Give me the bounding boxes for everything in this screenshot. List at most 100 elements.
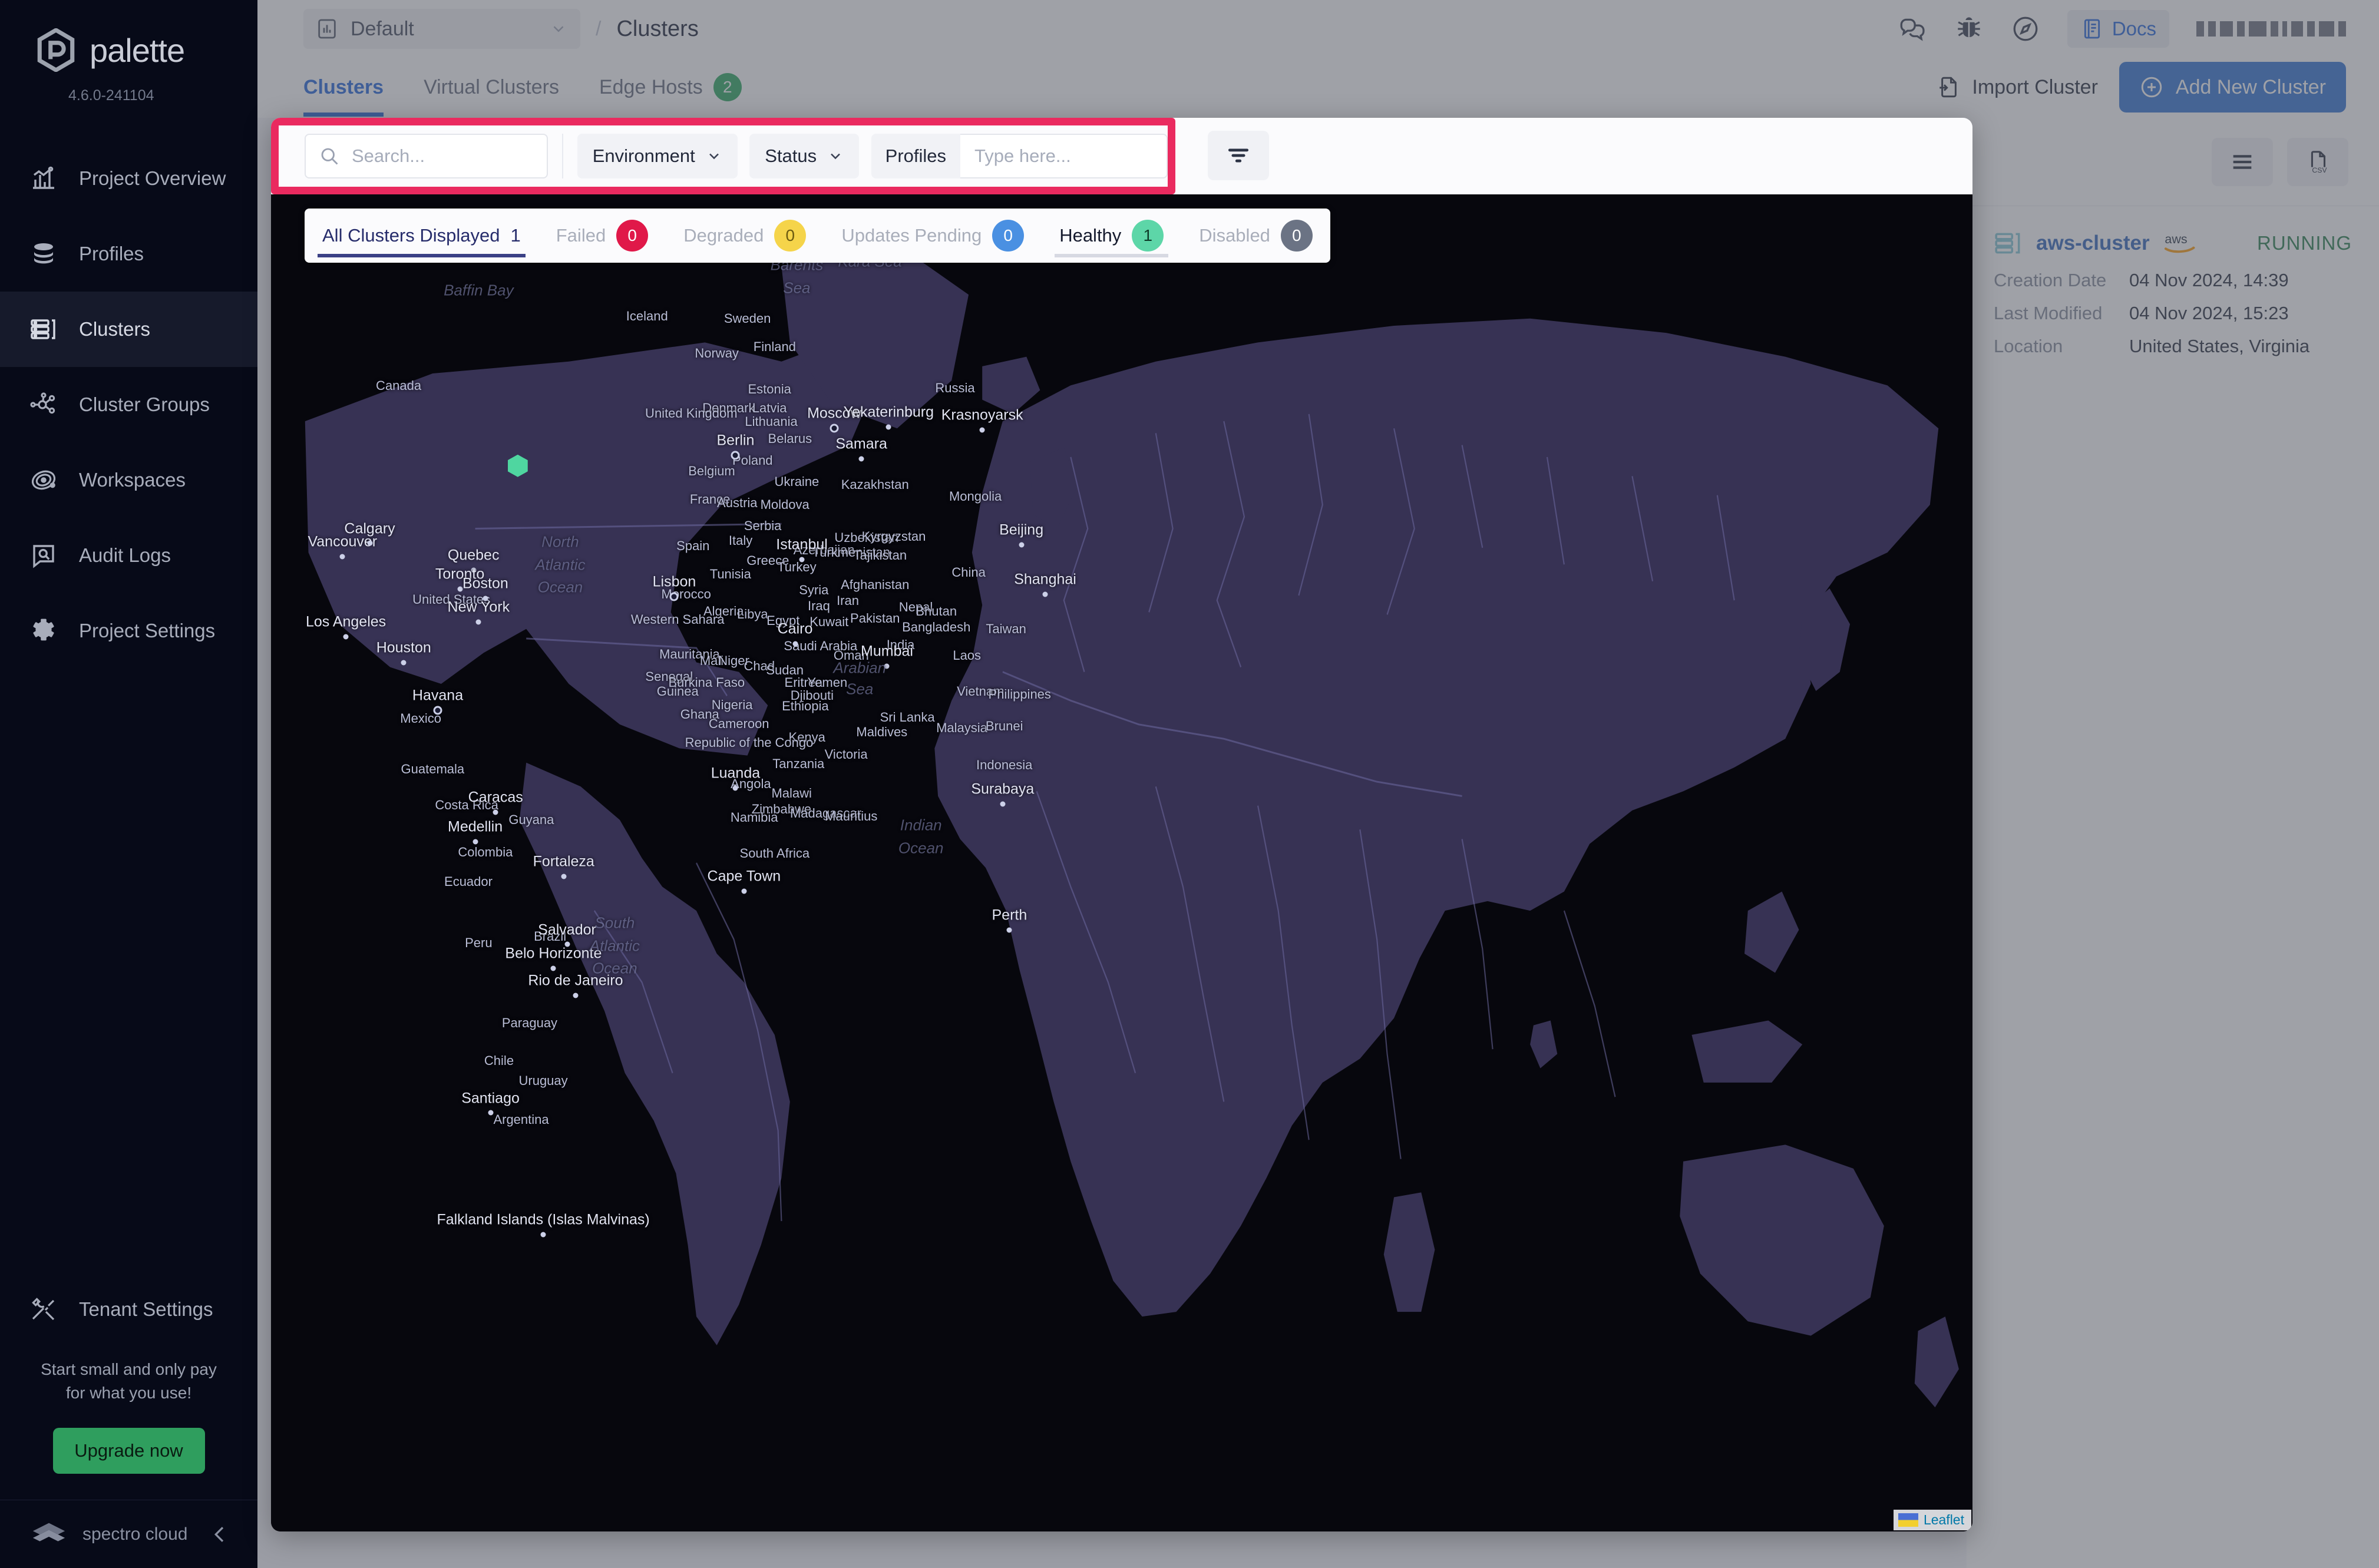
sidebar-footer: spectro cloud <box>0 1500 257 1568</box>
status-tab-updates-pending[interactable]: Updates Pending 0 <box>824 209 1042 263</box>
map-city-dot <box>858 456 864 462</box>
status-tab-label: Healthy <box>1059 225 1122 246</box>
status-tab-label: All Clusters Displayed <box>322 225 500 246</box>
environment-dropdown[interactable]: Environment <box>577 134 738 178</box>
map-city-dot <box>573 993 579 998</box>
map-city-dot <box>884 663 890 669</box>
map-capital-dot <box>669 592 679 601</box>
map-city-dot <box>550 965 556 971</box>
search-input[interactable] <box>352 145 534 167</box>
cluster-world-map[interactable]: GreenlandCanadaUnited StatesMexicoGuatem… <box>271 194 1972 1531</box>
search-field[interactable] <box>305 134 548 178</box>
map-city-dot <box>1006 927 1012 932</box>
map-city-dot <box>799 557 805 563</box>
status-tab-count: 1 <box>1132 220 1164 252</box>
spectro-cloud-logo-icon <box>32 1523 65 1541</box>
upgrade-now-button[interactable]: Upgrade now <box>52 1428 205 1474</box>
sidebar-item-label: Tenant Settings <box>79 1298 213 1320</box>
status-tab-count: 0 <box>616 220 649 252</box>
map-city-dot <box>471 567 477 573</box>
environment-label: Environment <box>592 145 695 166</box>
map-city-dot <box>561 874 567 879</box>
status-filter-tabs: All Clusters Displayed 1 Failed 0 Degrad… <box>305 209 1330 263</box>
sidebar-nav: Project Overview Profiles Clusters Clust… <box>0 141 257 669</box>
map-city-dot <box>343 634 349 640</box>
status-tab-failed[interactable]: Failed 0 <box>538 209 666 263</box>
world-map-shapes <box>271 194 1972 1531</box>
status-tab-healthy[interactable]: Healthy 1 <box>1042 209 1181 263</box>
brand-logo[interactable]: palette 4.6.0-241104 <box>0 0 257 104</box>
sidebar: palette 4.6.0-241104 Project Overview Pr… <box>0 0 257 1568</box>
filter-bar: Environment Status Profiles <box>271 118 1175 194</box>
layers-stack-icon <box>28 239 59 269</box>
map-city-dot <box>367 540 372 546</box>
profiles-input[interactable] <box>960 134 1168 178</box>
status-tab-disabled[interactable]: Disabled 0 <box>1181 209 1330 263</box>
map-city-dot <box>488 1110 494 1116</box>
clusters-page: palette 4.6.0-241104 Project Overview Pr… <box>0 0 2379 1568</box>
map-city-dot <box>979 427 985 433</box>
profiles-label[interactable]: Profiles <box>871 134 961 178</box>
status-tab-count: 0 <box>992 220 1025 252</box>
sidebar-item-profiles[interactable]: Profiles <box>0 216 257 292</box>
status-tab-degraded[interactable]: Degraded 0 <box>666 209 824 263</box>
ukraine-flag-icon <box>1898 1513 1918 1527</box>
promo-line-2: for what you use! <box>65 1384 192 1402</box>
leaflet-attribution[interactable]: Leaflet <box>1893 1510 1971 1530</box>
map-capital-dot <box>830 424 839 433</box>
sidebar-item-label: Project Settings <box>79 620 216 641</box>
status-tab-label: Degraded <box>683 225 764 246</box>
status-dropdown[interactable]: Status <box>749 134 860 178</box>
map-city-dot <box>493 809 498 815</box>
gear-icon <box>28 616 59 646</box>
sidebar-item-cluster-groups[interactable]: Cluster Groups <box>0 367 257 442</box>
map-city-dot <box>885 424 891 430</box>
sidebar-item-label: Workspaces <box>79 469 186 491</box>
sidebar-item-label: Project Overview <box>79 167 226 189</box>
chevron-down-icon <box>831 153 841 160</box>
promo-line-1: Start small and only pay <box>41 1359 217 1378</box>
map-city-dot <box>475 619 481 625</box>
advanced-filter-button[interactable] <box>1208 131 1269 180</box>
leaflet-label: Leaflet <box>1923 1512 1964 1527</box>
status-tab-count: 0 <box>774 220 807 252</box>
company-name: spectro cloud <box>82 1524 188 1544</box>
status-tab-label: Updates Pending <box>841 225 982 246</box>
map-city-dot <box>732 785 738 791</box>
sidebar-item-tenant-settings[interactable]: Tenant Settings <box>0 1272 257 1347</box>
status-tab-count: 0 <box>1280 220 1313 252</box>
map-capital-dot <box>433 706 442 715</box>
map-city-dot <box>401 660 407 665</box>
status-label: Status <box>765 145 817 166</box>
map-city-dot <box>1019 542 1025 548</box>
filter-icon <box>1228 148 1249 163</box>
version-label: 4.6.0-241104 <box>68 87 154 104</box>
profiles-filter: Profiles <box>871 134 1168 178</box>
sidebar-item-label: Audit Logs <box>79 544 171 566</box>
search-icon <box>321 148 338 165</box>
map-city-dot <box>741 888 747 894</box>
sidebar-item-label: Profiles <box>79 243 144 264</box>
chevron-down-icon <box>709 153 719 160</box>
map-city-dot <box>792 641 798 647</box>
palette-logo-icon <box>37 28 75 72</box>
sidebar-item-audit-logs[interactable]: Audit Logs <box>0 518 257 593</box>
sidebar-item-label: Cluster Groups <box>79 393 210 415</box>
nodes-graph-icon <box>28 389 59 420</box>
filter-divider <box>561 134 563 178</box>
sidebar-item-project-overview[interactable]: Project Overview <box>0 141 257 216</box>
map-city-dot <box>473 839 478 845</box>
map-city-dot <box>540 1232 546 1238</box>
status-tab-all-clusters[interactable]: All Clusters Displayed 1 <box>305 209 538 263</box>
sidebar-item-project-settings[interactable]: Project Settings <box>0 593 257 669</box>
map-capital-dot <box>731 451 740 460</box>
brand-name: palette <box>90 31 185 69</box>
sidebar-item-clusters[interactable]: Clusters <box>0 292 257 367</box>
orbit-icon <box>28 465 59 495</box>
tools-icon <box>28 1294 59 1325</box>
sidebar-item-workspaces[interactable]: Workspaces <box>0 442 257 518</box>
map-city-dot <box>483 596 488 601</box>
map-city-dot <box>564 941 570 947</box>
collapse-sidebar-icon[interactable] <box>208 1523 232 1546</box>
